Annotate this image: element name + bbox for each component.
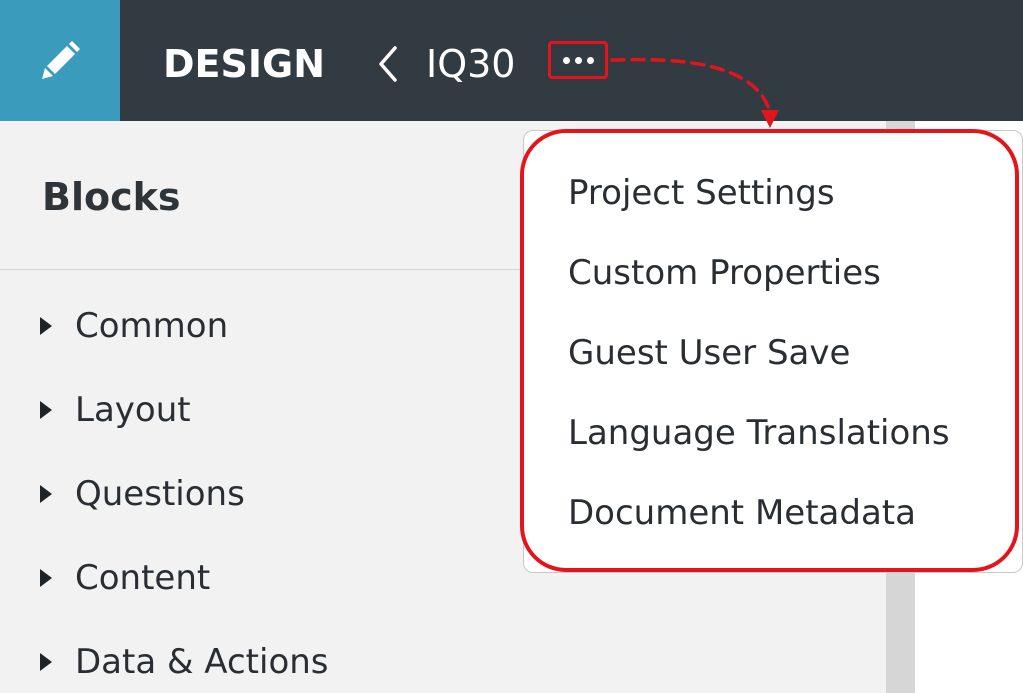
menu-item-custom-properties[interactable]: Custom Properties [568,247,881,299]
category-data-actions[interactable]: Data & Actions [40,637,329,687]
menu-item-project-settings[interactable]: Project Settings [568,167,835,219]
menu-item-language-translations[interactable]: Language Translations [568,407,950,459]
category-label: Questions [75,474,245,514]
category-label: Common [75,306,229,346]
category-label: Data & Actions [75,642,329,682]
caret-right-icon [40,569,52,587]
caret-right-icon [40,401,52,419]
blocks-heading: Blocks [42,175,181,219]
menu-item-document-metadata[interactable]: Document Metadata [568,487,916,539]
menu-item-guest-user-save[interactable]: Guest User Save [568,327,850,379]
pencil-icon [42,40,80,79]
chevron-left-icon [379,46,397,82]
category-content[interactable]: Content [40,553,210,603]
project-name[interactable]: IQ30 [426,38,515,90]
app-page: DESIGN IQ30 Blocks Common Layout Questio… [0,0,1023,693]
category-label: Content [75,558,211,598]
caret-right-icon [40,653,52,671]
top-bar: DESIGN IQ30 [0,0,1023,121]
category-questions[interactable]: Questions [40,469,245,519]
category-common[interactable]: Common [40,301,228,351]
more-horizontal-icon [562,56,594,64]
app-title: DESIGN [163,42,326,86]
back-button[interactable] [370,40,406,88]
edit-mode-button[interactable] [0,0,120,121]
category-label: Layout [75,390,191,430]
category-layout[interactable]: Layout [40,385,191,435]
caret-right-icon [40,317,52,335]
caret-right-icon [40,485,52,503]
more-options-button[interactable] [548,41,608,79]
